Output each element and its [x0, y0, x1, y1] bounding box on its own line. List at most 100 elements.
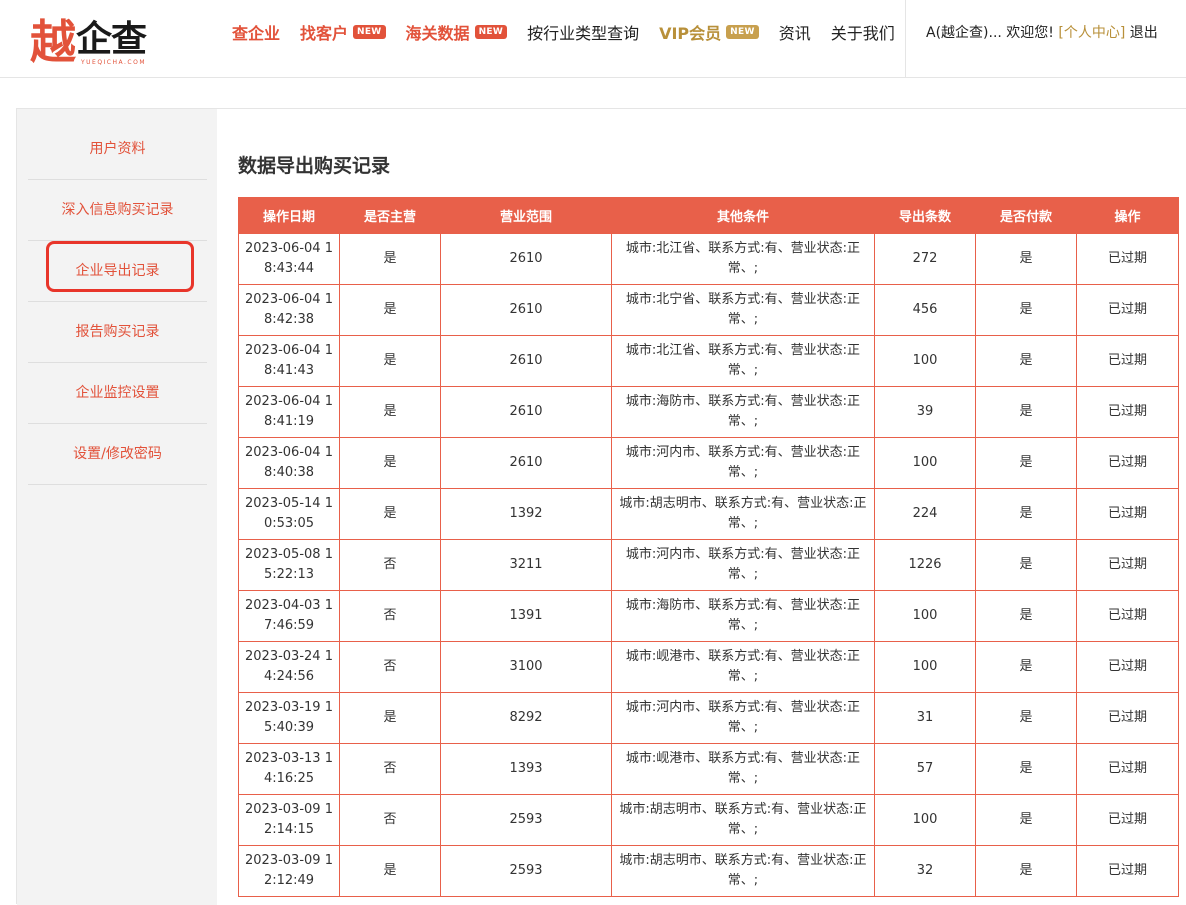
- table-cell: 2610: [440, 233, 612, 285]
- table-header-row: 操作日期 是否主营 营业范围 其他条件 导出条数 是否付款 操作: [238, 197, 1179, 234]
- table-cell: 是: [975, 641, 1077, 693]
- table-row: 2023-06-04 18:43:44 是 2610 城市:北江省、联系方式:有、营业…: [238, 233, 1179, 285]
- user-area: A(越企查)... 欢迎您! [个人中心] 退出: [926, 22, 1158, 42]
- table-cell: 2023-06-04 18:40:38: [238, 437, 340, 489]
- table-cell: 城市:胡志明市、联系方式:有、营业状态:正常、;: [611, 488, 875, 540]
- table-cell: 2023-03-24 14:24:56: [238, 641, 340, 693]
- table-row: 2023-06-04 18:42:38 是 2610 城市:北宁省、联系方式:有、营业…: [238, 284, 1179, 336]
- table-cell: 城市:河内市、联系方式:有、营业状态:正常、;: [611, 539, 875, 591]
- table-cell: 城市:河内市、联系方式:有、营业状态:正常、;: [611, 437, 875, 489]
- table-cell: 城市:河内市、联系方式:有、营业状态:正常、;: [611, 692, 875, 744]
- welcome-text: A(越企查)... 欢迎您!: [926, 25, 1054, 41]
- header-divider: [905, 0, 906, 78]
- table-cell: 否: [339, 539, 441, 591]
- nav-item-label: 关于我们: [830, 24, 895, 43]
- table-cell: 1391: [440, 590, 612, 642]
- table-cell: 是: [975, 794, 1077, 846]
- nav-item-6[interactable]: 关于我们: [831, 20, 895, 44]
- table-cell: 否: [339, 641, 441, 693]
- table-cell: 已过期: [1076, 437, 1179, 489]
- table-cell: 是: [975, 488, 1077, 540]
- logout-link[interactable]: 退出: [1130, 25, 1158, 41]
- table-cell: 城市:岘港市、联系方式:有、营业状态:正常、;: [611, 641, 875, 693]
- sidebar-item-4[interactable]: 企业监控设置: [28, 363, 207, 424]
- table-cell: 100: [874, 437, 976, 489]
- table-cell: 3100: [440, 641, 612, 693]
- table-cell: 224: [874, 488, 976, 540]
- table-cell: 57: [874, 743, 976, 795]
- table-cell: 2023-04-03 17:46:59: [238, 590, 340, 642]
- table-cell: 城市:胡志明市、联系方式:有、营业状态:正常、;: [611, 845, 875, 897]
- sidebar-item-0[interactable]: 用户资料: [28, 119, 207, 180]
- table-cell: 2610: [440, 386, 612, 438]
- table-cell: 8292: [440, 692, 612, 744]
- table-cell: 456: [874, 284, 976, 336]
- column-header: 是否付款: [975, 197, 1077, 234]
- table-cell: 已过期: [1076, 794, 1179, 846]
- nav-item-4[interactable]: VIP会员 NEW: [659, 20, 759, 44]
- table-cell: 100: [874, 794, 976, 846]
- table-row: 2023-05-14 10:53:05 是 1392 城市:胡志明市、联系方式:有、营…: [238, 488, 1179, 540]
- table-cell: 是: [339, 233, 441, 285]
- table-cell: 城市:海防市、联系方式:有、营业状态:正常、;: [611, 386, 875, 438]
- table-row: 2023-03-09 12:14:15 否 2593 城市:胡志明市、联系方式:有、营…: [238, 794, 1179, 846]
- table-cell: 是: [339, 335, 441, 387]
- table-cell: 100: [874, 641, 976, 693]
- new-badge: NEW: [474, 25, 508, 39]
- site-logo[interactable]: 越 企查 YUEQICHA.COM: [30, 16, 147, 66]
- table-cell: 否: [339, 743, 441, 795]
- table-row: 2023-06-04 18:41:19 是 2610 城市:海防市、联系方式:有、营业…: [238, 386, 1179, 438]
- table-row: 2023-03-13 14:16:25 否 1393 城市:岘港市、联系方式:有、营业…: [238, 743, 1179, 795]
- table-cell: 城市:岘港市、联系方式:有、营业状态:正常、;: [611, 743, 875, 795]
- logo-subtext: YUEQICHA.COM: [80, 59, 147, 66]
- personal-center-link[interactable]: [个人中心]: [1058, 25, 1125, 41]
- table-cell: 已过期: [1076, 335, 1179, 387]
- table-cell: 是: [975, 692, 1077, 744]
- nav-item-label: 按行业类型查询: [527, 24, 640, 43]
- table-cell: 2023-05-14 10:53:05: [238, 488, 340, 540]
- table-cell: 已过期: [1076, 539, 1179, 591]
- table-cell: 32: [874, 845, 976, 897]
- table-cell: 是: [975, 284, 1077, 336]
- table-cell: 是: [975, 233, 1077, 285]
- page-title: 数据导出购买记录: [238, 155, 391, 177]
- table-cell: 是: [339, 284, 441, 336]
- sidebar-item-2[interactable]: 企业导出记录: [28, 241, 207, 302]
- table-cell: 已过期: [1076, 233, 1179, 285]
- table-cell: 2023-06-04 18:43:44: [238, 233, 340, 285]
- table-cell: 是: [975, 743, 1077, 795]
- table-cell: 已过期: [1076, 692, 1179, 744]
- table-cell: 是: [339, 845, 441, 897]
- table-cell: 否: [339, 590, 441, 642]
- table-cell: 是: [975, 437, 1077, 489]
- site-header: 越 企查 YUEQICHA.COM 查企业 找客户 NEW 海关数据 NEW 按行业类型查…: [0, 0, 1186, 78]
- table-cell: 2023-03-09 12:14:15: [238, 794, 340, 846]
- table-row: 2023-03-19 15:40:39 是 8292 城市:河内市、联系方式:有、营业…: [238, 692, 1179, 744]
- table-row: 2023-05-08 15:22:13 否 3211 城市:河内市、联系方式:有、营业…: [238, 539, 1179, 591]
- table-cell: 是: [339, 437, 441, 489]
- nav-item-3[interactable]: 按行业类型查询: [527, 20, 639, 44]
- content-frame: 用户资料 深入信息购买记录 企业导出记录 报告购买记录 企业监控设置 设置/修改密码 数据…: [16, 108, 1186, 905]
- export-records-table: 操作日期 是否主营 营业范围 其他条件 导出条数 是否付款 操作 2023-06-04 18…: [238, 197, 1179, 897]
- sidebar-item-5[interactable]: 设置/修改密码: [28, 424, 207, 485]
- table-cell: 2023-06-04 18:42:38: [238, 284, 340, 336]
- column-header: 操作: [1076, 197, 1179, 234]
- sidebar-item-1[interactable]: 深入信息购买记录: [28, 180, 207, 241]
- nav-item-5[interactable]: 资讯: [779, 20, 811, 44]
- table-cell: 2610: [440, 335, 612, 387]
- column-header: 其他条件: [611, 197, 875, 234]
- table-cell: 2023-05-08 15:22:13: [238, 539, 340, 591]
- nav-item-2[interactable]: 海关数据 NEW: [406, 20, 508, 44]
- nav-item-1[interactable]: 找客户 NEW: [300, 20, 386, 44]
- table-cell: 是: [975, 335, 1077, 387]
- sidebar-item-3[interactable]: 报告购买记录: [28, 302, 207, 363]
- main-content: 数据导出购买记录 操作日期 是否主营 营业范围 其他条件 导出条数 是否付款 操作 2023…: [217, 109, 1186, 905]
- table-cell: 已过期: [1076, 488, 1179, 540]
- table-cell: 城市:胡志明市、联系方式:有、营业状态:正常、;: [611, 794, 875, 846]
- table-cell: 是: [975, 539, 1077, 591]
- nav-item-0[interactable]: 查企业: [232, 20, 280, 44]
- nav-item-label: 海关数据: [405, 24, 470, 43]
- table-cell: 是: [339, 488, 441, 540]
- table-cell: 2593: [440, 794, 612, 846]
- table-row: 2023-03-09 12:12:49 是 2593 城市:胡志明市、联系方式:有、营…: [238, 845, 1179, 897]
